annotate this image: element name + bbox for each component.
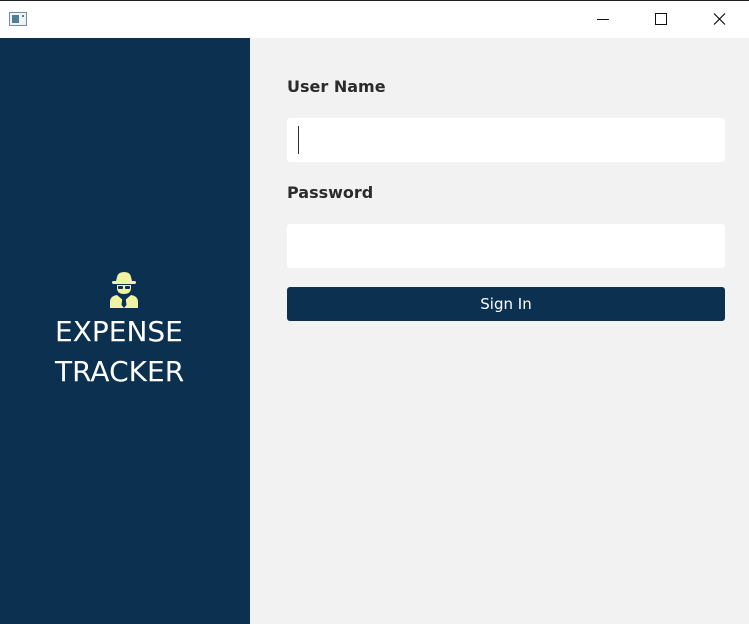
login-form: User Name Password Sign In	[250, 38, 749, 624]
minimize-button[interactable]	[574, 1, 632, 38]
maximize-button[interactable]	[632, 1, 690, 38]
window-app-icon	[9, 12, 27, 26]
text-caret	[298, 126, 299, 154]
close-button[interactable]	[690, 1, 748, 38]
app-title-line2: TRACKER	[55, 355, 185, 388]
sidebar-panel: EXPENSE TRACKER	[0, 38, 250, 624]
username-input[interactable]	[287, 118, 725, 162]
maximize-icon	[655, 13, 667, 25]
password-label: Password	[287, 183, 374, 202]
username-label: User Name	[287, 77, 386, 96]
password-input[interactable]	[287, 224, 725, 268]
minimize-icon	[597, 19, 609, 20]
sign-in-button[interactable]: Sign In	[287, 287, 725, 321]
close-icon	[713, 13, 726, 25]
spy-agent-icon	[110, 272, 138, 308]
app-title-line1: EXPENSE	[55, 315, 183, 348]
title-bar	[0, 0, 749, 38]
app-title: EXPENSE TRACKER	[55, 312, 184, 392]
login-window: EXPENSE TRACKER User Name Password Sign …	[0, 0, 749, 624]
